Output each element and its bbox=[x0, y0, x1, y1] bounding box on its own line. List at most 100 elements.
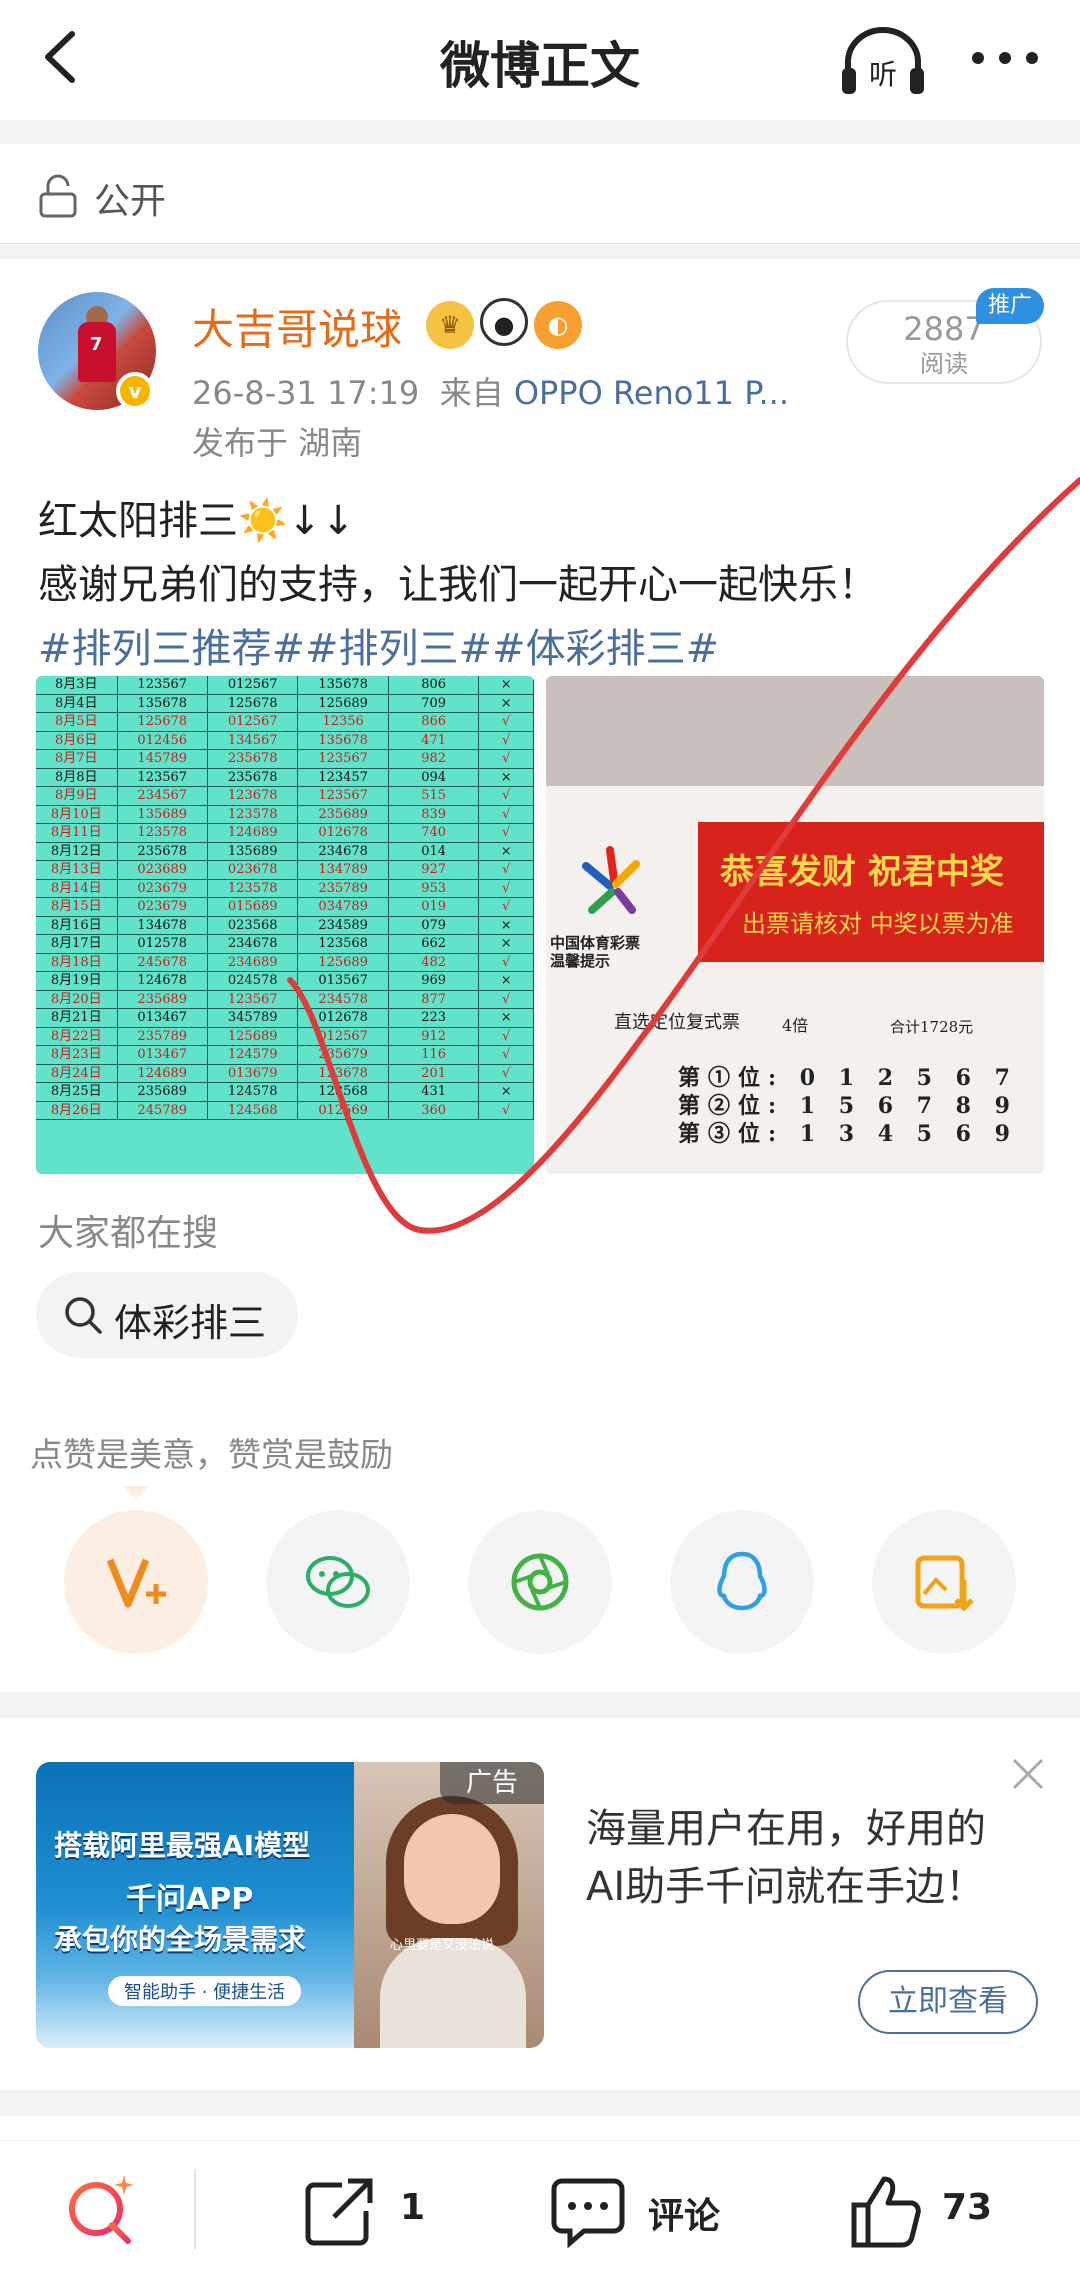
table-cell: 8月9日 bbox=[36, 787, 118, 805]
table-cell: 12356 bbox=[298, 713, 389, 731]
table-cell: √ bbox=[479, 1101, 534, 1119]
table-cell: × bbox=[479, 842, 534, 860]
table-cell: 235789 bbox=[298, 879, 389, 897]
table-cell: 135678 bbox=[118, 694, 208, 712]
table-cell: 014 bbox=[389, 842, 480, 860]
search-chip[interactable]: 体彩排三 bbox=[36, 1272, 298, 1358]
hint-pointer bbox=[122, 1486, 150, 1500]
table-cell: 124689 bbox=[208, 824, 299, 842]
table-cell: √ bbox=[479, 861, 534, 879]
reward-button[interactable] bbox=[64, 1510, 208, 1654]
table-cell: √ bbox=[479, 731, 534, 749]
crown-badge-icon[interactable]: ♛ bbox=[426, 301, 474, 349]
table-cell: 012678 bbox=[298, 824, 389, 842]
ad-tag: 广告 bbox=[440, 1762, 544, 1804]
more-icon[interactable] bbox=[960, 28, 1050, 88]
table-cell: × bbox=[479, 935, 534, 953]
ad-image-pill: 智能助手 · 便捷生活 bbox=[108, 1976, 302, 2006]
repost-button[interactable]: 1 bbox=[300, 2171, 440, 2251]
table-cell: 709 bbox=[389, 694, 480, 712]
device-link[interactable]: OPPO Reno11 P... bbox=[514, 374, 789, 412]
table-cell: 123567 bbox=[118, 768, 208, 786]
table-cell: √ bbox=[479, 1046, 534, 1064]
table-cell: 123568 bbox=[298, 1083, 389, 1101]
table-cell: 245678 bbox=[118, 953, 208, 971]
sports-lottery-logo-icon bbox=[582, 846, 640, 914]
comment-icon bbox=[551, 2178, 625, 2249]
ad-text-line1: 海量用户在用，好用的 bbox=[586, 1806, 986, 1852]
ticket-banner: 恭喜发财 祝君中奖 出票请核对 中奖以票为准 bbox=[698, 822, 1044, 962]
ai-search-button[interactable] bbox=[62, 2171, 142, 2251]
table-cell: √ bbox=[479, 1027, 534, 1045]
table-cell: 013679 bbox=[208, 1064, 299, 1082]
table-row: 8月3日 123567 012567 135678 806 × bbox=[36, 676, 534, 695]
table-cell: 471 bbox=[389, 731, 480, 749]
top-bar: 微博正文 听 bbox=[0, 0, 1080, 120]
view-now-button[interactable]: 立即查看 bbox=[858, 1970, 1038, 2034]
table-row: 8月12日 235678 135689 234678 014 × bbox=[36, 842, 534, 861]
table-cell: 982 bbox=[389, 750, 480, 768]
post-image-lottery-ticket[interactable]: 中国体育彩票 温馨提示 恭喜发财 祝君中奖 出票请核对 中奖以票为准 直选定位复… bbox=[546, 676, 1044, 1174]
ad-image[interactable]: 心里要是又没法说 搭载阿里最强AI模型 千问APP 承包你的全场景需求 智能助手… bbox=[36, 1762, 544, 2048]
like-button[interactable]: 73 bbox=[846, 2171, 1026, 2251]
share-moments-button[interactable] bbox=[468, 1510, 612, 1654]
table-cell: 740 bbox=[389, 824, 480, 842]
table-cell: 134678 bbox=[118, 916, 208, 934]
table-cell: × bbox=[479, 768, 534, 786]
table-cell: 235689 bbox=[118, 1083, 208, 1101]
table-cell: 125678 bbox=[118, 713, 208, 731]
table-row: 8月22日 235789 125689 012567 912 √ bbox=[36, 1027, 534, 1046]
table-cell: √ bbox=[479, 898, 534, 916]
table-cell: 123567 bbox=[208, 990, 299, 1008]
table-cell: 8月15日 bbox=[36, 898, 118, 916]
table-row: 8月9日 234567 123678 123567 515 √ bbox=[36, 787, 534, 806]
table-cell: × bbox=[479, 694, 534, 712]
table-cell: 245789 bbox=[118, 1101, 208, 1119]
table-row: 8月19日 124678 024578 013567 969 × bbox=[36, 972, 534, 991]
user-badges[interactable]: ♛ ● ◐ bbox=[426, 298, 588, 349]
section-divider bbox=[0, 245, 1080, 259]
author-name[interactable]: 大吉哥说球 bbox=[192, 296, 402, 357]
comment-button[interactable]: 评论 bbox=[548, 2171, 748, 2251]
table-cell: √ bbox=[479, 750, 534, 768]
table-cell: 123457 bbox=[298, 768, 389, 786]
table-cell: 012569 bbox=[298, 1101, 389, 1119]
table-row: 8月11日 123578 124689 012678 740 √ bbox=[36, 824, 534, 843]
ad-text[interactable]: 海量用户在用，好用的 AI助手千问就在手边！ bbox=[586, 1800, 986, 1916]
table-cell: 235679 bbox=[298, 1046, 389, 1064]
close-icon[interactable] bbox=[1010, 1756, 1046, 1792]
table-cell: 8月18日 bbox=[36, 953, 118, 971]
table-cell: 8月26日 bbox=[36, 1101, 118, 1119]
table-row: 8月15日 023679 015689 034789 019 √ bbox=[36, 898, 534, 917]
table-cell: 431 bbox=[389, 1083, 480, 1101]
table-row: 8月23日 013467 124579 235679 116 √ bbox=[36, 1046, 534, 1065]
share-wechat-button[interactable] bbox=[266, 1510, 410, 1654]
ad-person-face bbox=[404, 1814, 500, 1924]
section-divider bbox=[0, 120, 1080, 144]
table-cell: × bbox=[479, 972, 534, 990]
privacy-row: 公开 bbox=[0, 144, 1080, 244]
ticket-position-3: 第③位: 1 3 4 5 6 9 bbox=[678, 1121, 1018, 1147]
panda-badge-icon[interactable]: ● bbox=[480, 298, 528, 346]
table-cell: 023568 bbox=[208, 916, 299, 934]
table-cell: 8月19日 bbox=[36, 972, 118, 990]
save-image-button[interactable] bbox=[872, 1510, 1016, 1654]
table-cell: 123567 bbox=[298, 750, 389, 768]
moments-aperture-icon bbox=[511, 1553, 569, 1611]
ad-text-line2: AI助手千问就在手边！ bbox=[586, 1864, 986, 1910]
table-cell: 079 bbox=[389, 916, 480, 934]
avatar-jersey-number: 7 bbox=[90, 334, 103, 355]
share-qq-button[interactable] bbox=[670, 1510, 814, 1654]
table-cell: × bbox=[479, 1083, 534, 1101]
headphones-listen-icon[interactable]: 听 bbox=[838, 22, 928, 102]
table-cell: 806 bbox=[389, 676, 480, 694]
table-cell: 124579 bbox=[208, 1046, 299, 1064]
table-row: 8月26日 245789 124568 012569 360 √ bbox=[36, 1101, 534, 1120]
table-row: 8月7日 145789 235678 123567 982 √ bbox=[36, 750, 534, 769]
post-image-lottery-table[interactable]: 8月3日 123567 012567 135678 806 × 8月4日 135678 1256… bbox=[36, 676, 534, 1174]
thumbs-up-icon bbox=[851, 2176, 921, 2248]
post-hashtags[interactable]: #排列三推荐##排列三##体彩排三# bbox=[38, 616, 719, 674]
fish-badge-icon[interactable]: ◐ bbox=[534, 301, 582, 349]
table-cell: 235689 bbox=[298, 805, 389, 823]
save-image-icon bbox=[915, 1555, 974, 1612]
